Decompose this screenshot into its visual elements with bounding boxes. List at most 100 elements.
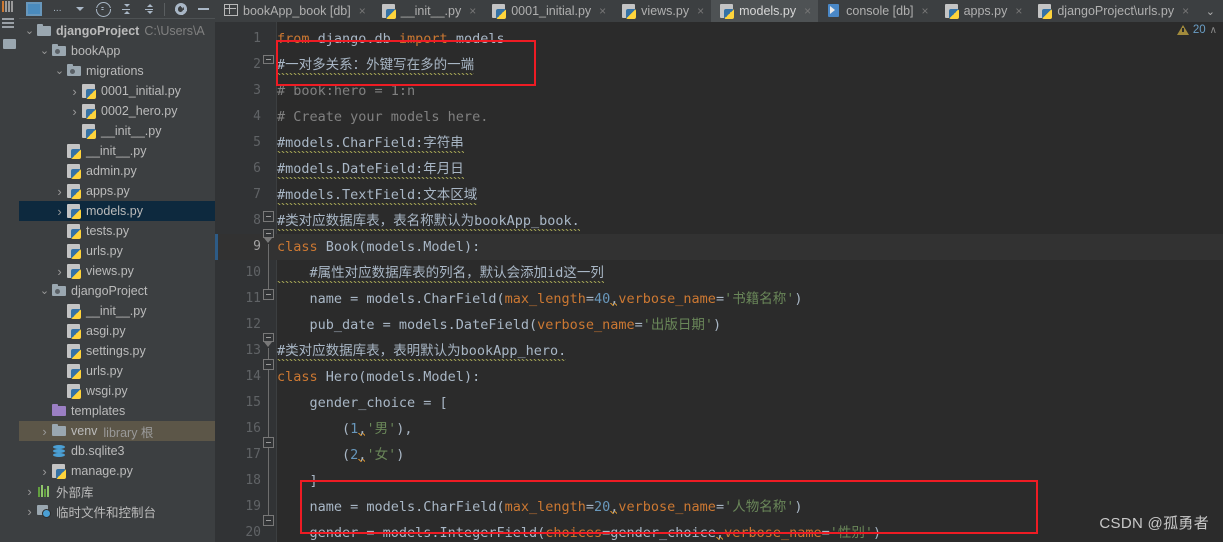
- structure-tool-icon[interactable]: [2, 18, 17, 33]
- editor-tab-models-py[interactable]: models.py ×: [711, 0, 819, 22]
- chevron-right-icon[interactable]: ›: [38, 424, 51, 439]
- tree-item-0001-initial-py[interactable]: › 0001_initial.py: [19, 81, 215, 101]
- chevron-down-icon[interactable]: ⌄: [38, 285, 51, 296]
- chevron-right-icon[interactable]: ›: [68, 84, 81, 99]
- chevron-down-icon[interactable]: ⌄: [23, 25, 36, 36]
- close-icon[interactable]: ×: [599, 4, 606, 18]
- fold-marker-line2[interactable]: [263, 55, 274, 70]
- tree-item-manage-py[interactable]: › manage.py: [19, 461, 215, 481]
- fold-marker-line23[interactable]: [263, 515, 274, 526]
- code-line-8[interactable]: 8 #类对应数据库表，表名称默认为bookApp_book.: [215, 208, 1223, 234]
- tree-item-wsgi-py[interactable]: wsgi.py: [19, 381, 215, 401]
- close-icon[interactable]: ×: [697, 4, 704, 18]
- tree-item-bookapp[interactable]: ⌄ bookApp: [19, 41, 215, 61]
- code-line-13[interactable]: 13 #类对应数据库表，表明默认为bookApp_hero.: [215, 338, 1223, 364]
- chevron-right-icon[interactable]: ›: [38, 464, 51, 479]
- tree-item-admin-py[interactable]: admin.py: [19, 161, 215, 181]
- tree-item-0002-hero-py[interactable]: › 0002_hero.py: [19, 101, 215, 121]
- tree-item-venv[interactable]: › venv library 根: [19, 421, 215, 441]
- code-line-1[interactable]: 1 from django.db import models: [215, 26, 1223, 52]
- editor-tab--init-py[interactable]: __init__.py ×: [373, 0, 483, 22]
- tree-item-settings-py[interactable]: settings.py: [19, 341, 215, 361]
- close-icon[interactable]: ×: [1182, 4, 1189, 18]
- chevron-right-icon[interactable]: ›: [23, 504, 36, 519]
- chevron-down-icon[interactable]: ⌄: [53, 65, 66, 76]
- code-editor[interactable]: 20 ∧ 1 from django.db import models 2 #一对多关…: [215, 22, 1223, 542]
- chevron-right-icon[interactable]: ›: [68, 104, 81, 119]
- tree-item-djangoproject[interactable]: ⌄ djangoProject: [19, 281, 215, 301]
- tree-item--init-py[interactable]: __init__.py: [19, 121, 215, 141]
- fold-marker-line9[interactable]: [263, 229, 274, 244]
- tree-item--init-py[interactable]: __init__.py: [19, 141, 215, 161]
- fold-marker-line8[interactable]: [263, 211, 274, 222]
- fold-marker-line14[interactable]: [263, 333, 274, 348]
- tree-item-djangoproject[interactable]: ⌄ djangoProject C:\Users\A: [19, 21, 215, 41]
- tree-item--[interactable]: › 外部库: [19, 481, 215, 501]
- tree-item-asgi-py[interactable]: asgi.py: [19, 321, 215, 341]
- settings-button[interactable]: [169, 1, 192, 18]
- tree-item--[interactable]: › 临时文件和控制台: [19, 501, 215, 521]
- code-line-18[interactable]: 18 ]: [215, 468, 1223, 494]
- chevron-right-icon[interactable]: ›: [53, 264, 66, 279]
- editor-tab-bar[interactable]: bookApp_book [db] × __init__.py × 0001_initi…: [215, 0, 1223, 23]
- tree-item-db-sqlite3[interactable]: db.sqlite3: [19, 441, 215, 461]
- tree-item-migrations[interactable]: ⌄ migrations: [19, 61, 215, 81]
- code-line-17[interactable]: 17 (2,'女'): [215, 442, 1223, 468]
- code-content[interactable]: 1 from django.db import models 2 #一对多关系：外键写…: [215, 22, 1223, 542]
- close-icon[interactable]: ×: [469, 4, 476, 18]
- close-icon[interactable]: ×: [922, 4, 929, 18]
- code-line-4[interactable]: 4 # Create your models here.: [215, 104, 1223, 130]
- code-line-9[interactable]: 9 class Book(models.Model):: [215, 234, 1223, 260]
- chevron-right-icon[interactable]: ›: [53, 204, 66, 219]
- tree-item-urls-py[interactable]: urls.py: [19, 241, 215, 261]
- code-line-11[interactable]: 11 name = models.CharField(max_length=40…: [215, 286, 1223, 312]
- tree-item-views-py[interactable]: › views.py: [19, 261, 215, 281]
- close-icon[interactable]: ×: [804, 4, 811, 18]
- view-dropdown-button[interactable]: [69, 1, 92, 18]
- collapse-all-button[interactable]: [137, 1, 160, 18]
- close-icon[interactable]: ×: [1015, 4, 1022, 18]
- more-options-button[interactable]: ...: [46, 1, 69, 18]
- tree-item--init-py[interactable]: __init__.py: [19, 301, 215, 321]
- code-line-20[interactable]: 20 gender = models.IntegerField(choices=…: [215, 520, 1223, 542]
- expand-all-button[interactable]: [115, 1, 138, 18]
- editor-tab-bookapp-book-db-[interactable]: bookApp_book [db] ×: [215, 0, 373, 22]
- code-line-7[interactable]: 7 #models.TextField:文本区域: [215, 182, 1223, 208]
- code-line-6[interactable]: 6 #models.DateField:年月日: [215, 156, 1223, 182]
- editor-tab-apps-py[interactable]: apps.py ×: [936, 0, 1030, 22]
- code-line-10[interactable]: 10 #属性对应数据库表的列名，默认会添加id这一列: [215, 260, 1223, 286]
- editor-tab-views-py[interactable]: views.py ×: [613, 0, 711, 22]
- editor-tab-0001-initial-py[interactable]: 0001_initial.py ×: [483, 0, 613, 22]
- code-line-2[interactable]: 2 #一对多关系：外键写在多的一端: [215, 52, 1223, 78]
- tree-item-models-py[interactable]: › models.py: [19, 201, 215, 221]
- project-tool-icon[interactable]: [2, 1, 17, 16]
- tab-list-dropdown-button[interactable]: ⌄: [1198, 0, 1223, 22]
- code-line-16[interactable]: 16 (1,'男'),: [215, 416, 1223, 442]
- select-opened-file-button[interactable]: [23, 1, 46, 18]
- hide-panel-button[interactable]: [192, 1, 215, 18]
- tree-item-apps-py[interactable]: › apps.py: [19, 181, 215, 201]
- tree-item-tests-py[interactable]: tests.py: [19, 221, 215, 241]
- chevron-right-icon[interactable]: ›: [53, 184, 66, 199]
- favorites-folder-icon[interactable]: [3, 39, 16, 49]
- code-line-19[interactable]: 19 name = models.CharField(max_length=20…: [215, 494, 1223, 520]
- close-icon[interactable]: ×: [359, 4, 366, 18]
- fold-marker-line18[interactable]: [263, 437, 274, 448]
- project-tree[interactable]: ⌄ djangoProject C:\Users\A ⌄ bookApp ⌄ migrati…: [19, 19, 215, 542]
- code-line-12[interactable]: 12 pub_date = models.DateField(verbose_n…: [215, 312, 1223, 338]
- code-line-5[interactable]: 5 #models.CharField:字符串: [215, 130, 1223, 156]
- editor-tab-djangoproject-urls-py[interactable]: djangoProject\urls.py ×: [1029, 0, 1196, 22]
- inspection-status[interactable]: 20 ∧: [1176, 24, 1217, 36]
- tree-item-templates[interactable]: templates: [19, 401, 215, 421]
- code-line-3[interactable]: 3 # book:hero = 1:n: [215, 78, 1223, 104]
- chevron-down-icon[interactable]: ⌄: [38, 45, 51, 56]
- fold-marker-line12[interactable]: [263, 289, 274, 300]
- chevron-right-icon[interactable]: ›: [23, 484, 36, 499]
- code-line-15[interactable]: 15 gender_choice = [: [215, 390, 1223, 416]
- editor-tab-console-db-[interactable]: console [db] ×: [818, 0, 935, 22]
- code-line-14[interactable]: 14 class Hero(models.Model):: [215, 364, 1223, 390]
- chevron-up-icon[interactable]: ∧: [1210, 25, 1217, 36]
- scroll-from-source-button[interactable]: [92, 1, 115, 18]
- tree-item-urls-py[interactable]: urls.py: [19, 361, 215, 381]
- fold-marker-line15[interactable]: [263, 359, 274, 370]
